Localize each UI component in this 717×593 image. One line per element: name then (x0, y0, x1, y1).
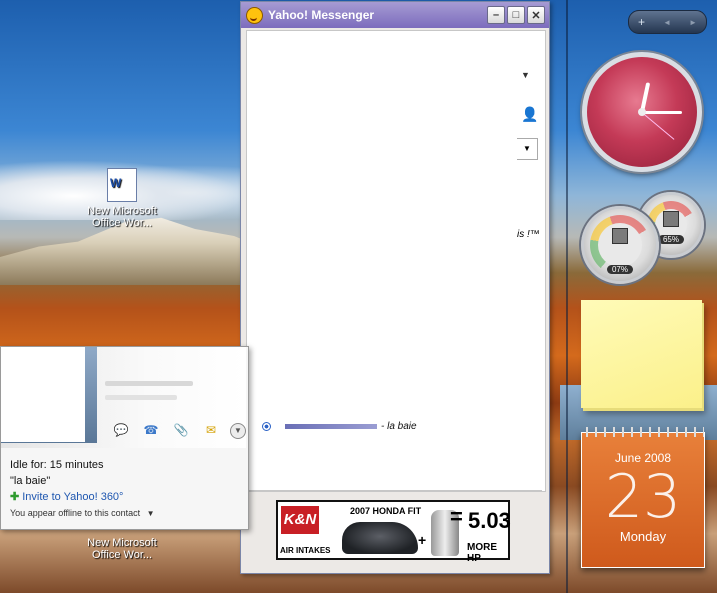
status-message: "la baie" (10, 475, 51, 487)
person-icon[interactable]: 👤 (521, 106, 538, 123)
sidebar-add-button[interactable]: + (638, 15, 645, 29)
title-bar[interactable]: Yahoo! Messenger – □ ✕ (241, 2, 549, 28)
contact-id-redacted (105, 395, 177, 400)
memory-percent: 65% (658, 235, 684, 244)
calendar-gadget[interactable]: June 2008 23 Monday (581, 427, 705, 568)
smiley-icon (246, 6, 263, 24)
desktop-icon-label-line1: New Microsoft (87, 537, 157, 549)
sidebar-next-button[interactable]: ► (689, 18, 697, 27)
contact-header: 💬 ☎ 📎 ✉ ▼ (1, 347, 246, 448)
ad-brand-sub: AIR INTAKES (280, 546, 331, 555)
status-fragment: is !™ (517, 229, 540, 240)
ad-brand-logo: K&N (281, 506, 319, 534)
close-button[interactable]: ✕ (527, 6, 545, 24)
ad-equals: = (450, 504, 463, 529)
chevron-down-icon: ▼ (146, 509, 155, 518)
contact-status: - la baie (381, 420, 417, 432)
sticky-note-gadget[interactable] (581, 300, 702, 408)
desktop-icon-word-doc-1[interactable]: New Microsoft Office Wor... (82, 168, 162, 229)
calendar-rings (582, 427, 704, 437)
invite-360-link[interactable]: ✚ Invite to Yahoo! 360° (10, 489, 155, 505)
clock-center (638, 108, 646, 116)
clock-minute-hand (642, 111, 682, 114)
sidebar-controls: + ◄ ► (628, 10, 707, 34)
contact-name-redacted (105, 381, 193, 386)
chat-icon[interactable]: 💬 (111, 421, 131, 439)
clock-gadget[interactable] (582, 52, 702, 172)
radio-icon (262, 421, 271, 431)
phone-icon[interactable]: ☎ (141, 421, 161, 439)
file-icon[interactable]: 📎 (171, 421, 191, 439)
maximize-button[interactable]: □ (507, 6, 525, 24)
desktop-icon-label-line1: New Microsoft (87, 205, 157, 217)
sidebar-prev-button[interactable]: ◄ (663, 18, 671, 27)
contact-row[interactable]: - la baie (262, 416, 422, 436)
expand-button[interactable]: ▼ (230, 423, 246, 439)
ad-banner[interactable]: K&N AIR INTAKES 2007 HONDA FIT + = 5.03 … (276, 500, 511, 564)
ad-unit: MORE HP (467, 542, 497, 564)
offline-text: You appear offline to this contact (10, 508, 141, 518)
memory-icon (663, 211, 679, 227)
cpu-meter-gadget[interactable]: 07% (581, 206, 659, 284)
contact-details: Idle for: 15 minutes "la baie" ✚ Invite t… (10, 457, 155, 522)
invite-360-label: Invite to Yahoo! 360° (22, 491, 124, 503)
car-image (342, 522, 418, 554)
clock-second-hand (641, 112, 675, 140)
chevron-down-icon[interactable]: ▼ (521, 70, 530, 80)
idle-time: Idle for: 15 minutes (10, 459, 104, 471)
yahoo-messenger-window: Yahoo! Messenger – □ ✕ (240, 1, 550, 574)
window-title: Yahoo! Messenger (268, 8, 375, 22)
sidebar-divider (566, 0, 568, 593)
word-doc-icon (107, 168, 137, 202)
search-dropdown[interactable]: ▼ (517, 138, 538, 160)
desktop-icon-label-line2: Office Wor... (91, 549, 153, 561)
plus-icon: ✚ (10, 491, 20, 503)
contact-actions: 💬 ☎ 📎 ✉ (111, 421, 221, 439)
desktop-icon-label-line2: Office Wor... (91, 217, 153, 229)
avatar-redacted (1, 347, 85, 442)
ad-plus: + (418, 532, 427, 548)
ad-value: 5.03 (468, 508, 511, 533)
contact-info-popup: 💬 ☎ 📎 ✉ ▼ Idle for: 15 minutes "la baie"… (0, 346, 249, 530)
window-controls: – □ ✕ (487, 6, 545, 24)
mail-icon[interactable]: ✉ (201, 421, 221, 439)
cpu-percent: 07% (607, 265, 633, 274)
ad-title: 2007 HONDA FIT (350, 506, 422, 516)
minimize-button[interactable]: – (487, 6, 505, 24)
cpu-icon (612, 228, 628, 245)
calendar-day: 23 (604, 462, 682, 532)
contact-name-redacted (285, 423, 377, 429)
offline-toggle[interactable]: You appear offline to this contact ▼ (10, 505, 155, 522)
panel-divider (246, 490, 542, 491)
